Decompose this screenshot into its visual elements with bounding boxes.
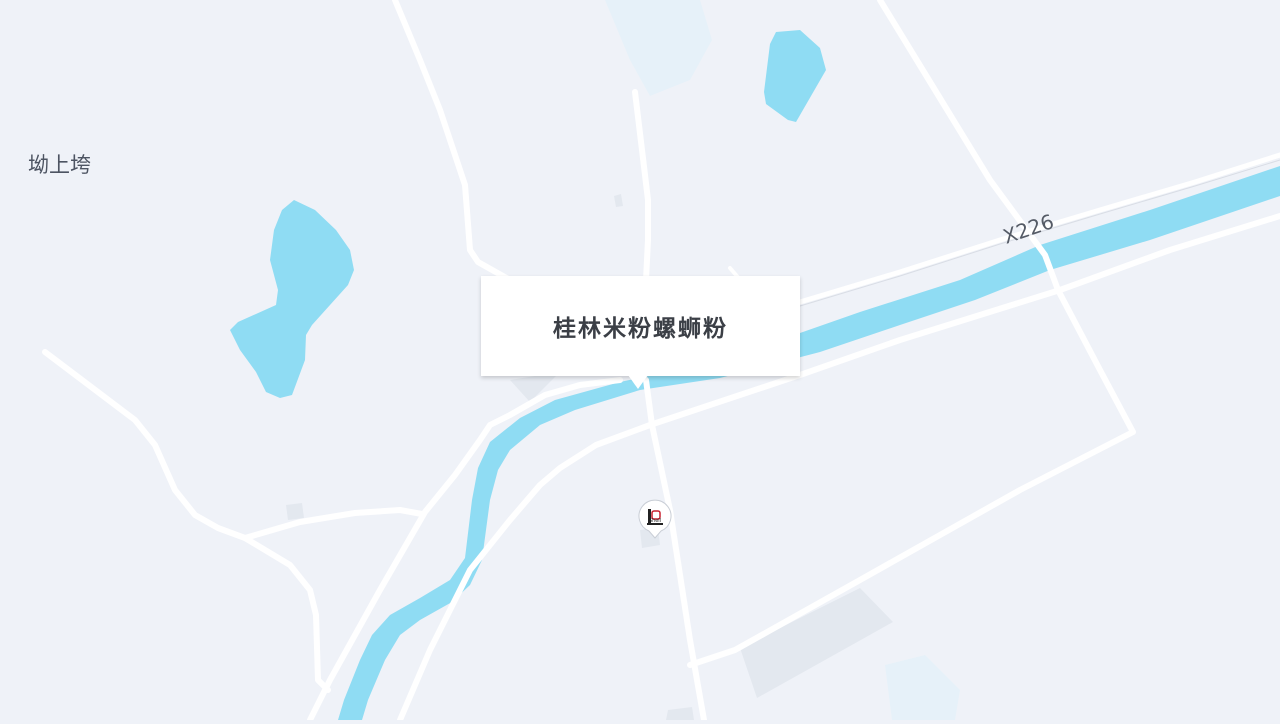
pond bbox=[230, 200, 354, 398]
road bbox=[392, 0, 513, 283]
map-canvas[interactable]: 坳上垮 X226 桂林米粉螺蛳粉 Shell bbox=[0, 0, 1280, 723]
callout-title: 桂林米粉螺蛳粉 bbox=[553, 315, 728, 342]
poi-brand-text: Shell bbox=[649, 518, 661, 524]
land-block bbox=[666, 707, 694, 720]
road bbox=[242, 507, 425, 541]
road bbox=[643, 377, 707, 723]
land-block bbox=[614, 194, 623, 207]
poi-marker[interactable]: Shell bbox=[638, 499, 672, 539]
callout-pointer bbox=[628, 375, 648, 389]
shallow-water bbox=[885, 655, 960, 720]
gas-station-icon: Shell bbox=[638, 499, 672, 539]
poi-callout[interactable]: 桂林米粉螺蛳粉 bbox=[481, 276, 800, 376]
road bbox=[632, 89, 651, 283]
pond bbox=[764, 30, 826, 122]
road bbox=[42, 349, 331, 693]
place-label[interactable]: 坳上垮 bbox=[28, 149, 91, 179]
shallow-water bbox=[605, 0, 712, 96]
land-block bbox=[286, 503, 304, 520]
